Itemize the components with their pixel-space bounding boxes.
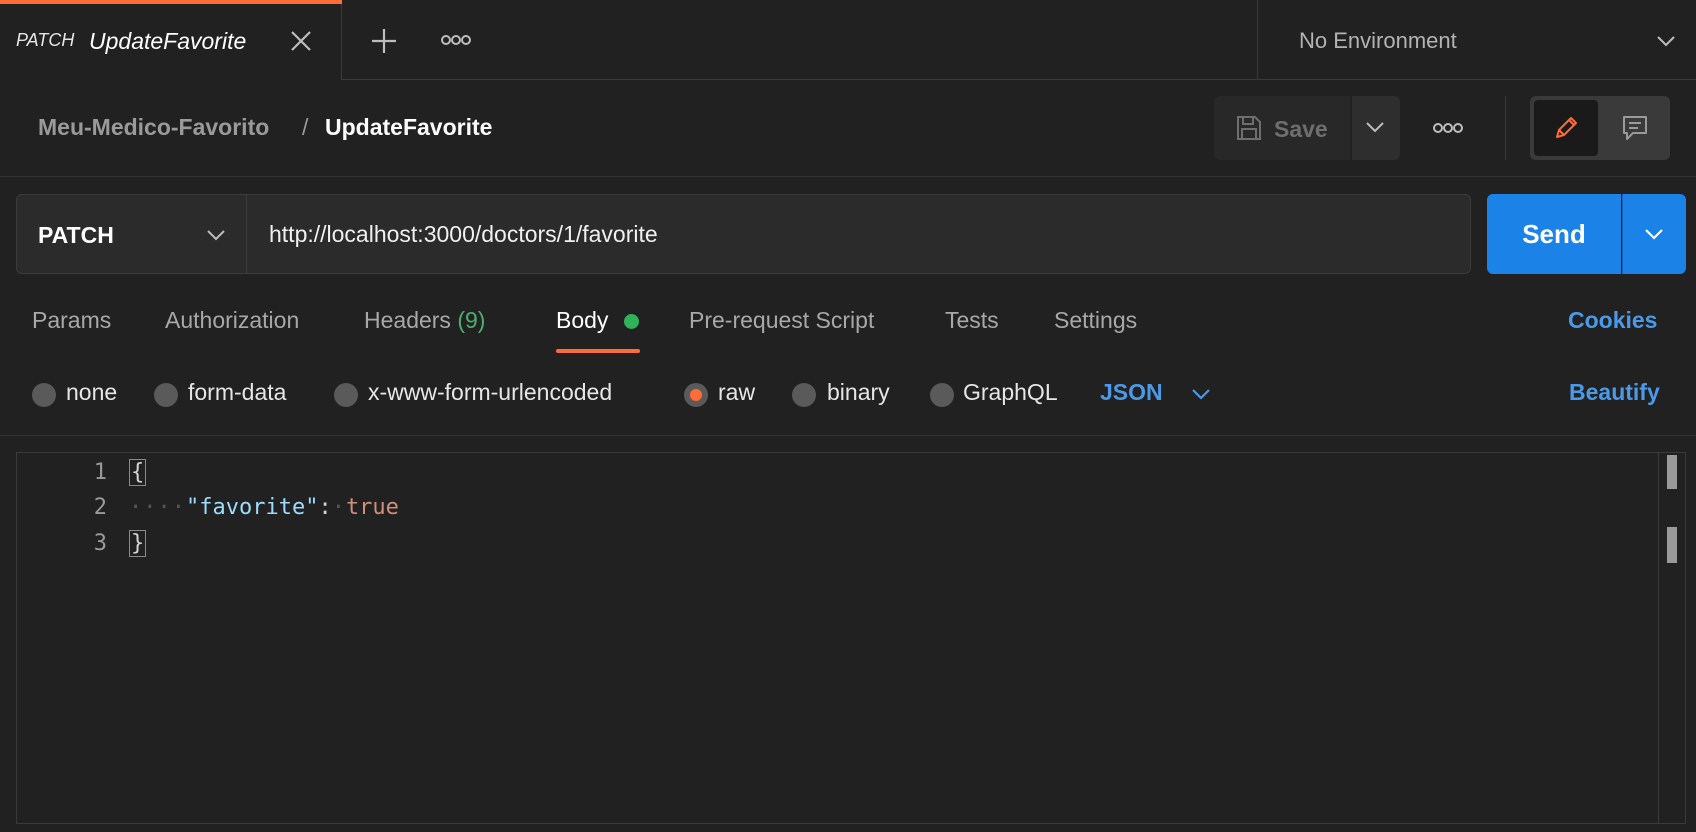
editor-scrollbar[interactable] <box>1658 453 1686 823</box>
plus-icon[interactable] <box>370 27 398 55</box>
line-number: 3 <box>93 531 107 556</box>
json-colon: : <box>318 495 332 520</box>
json-value: true <box>345 495 399 520</box>
radio-form-data-label[interactable]: form-data <box>188 379 286 406</box>
tab-tests[interactable]: Tests <box>945 307 999 334</box>
headers-count-badge: (9) <box>457 307 486 333</box>
tab-body[interactable]: Body <box>556 307 608 334</box>
indent-whitespace: ···· <box>129 495 186 520</box>
tab-bar: PATCH UpdateFavorite No Environment <box>0 0 1696 80</box>
body-status-dot <box>624 314 639 329</box>
chevron-down-icon <box>1366 122 1384 133</box>
pencil-icon <box>1556 117 1577 138</box>
scrollbar-marker <box>1667 455 1677 489</box>
url-value: http://localhost:3000/doctors/1/favorite <box>269 221 658 247</box>
radio-none-label[interactable]: none <box>66 379 117 406</box>
more-horizontal-icon[interactable] <box>440 28 472 52</box>
chevron-down-icon <box>1655 30 1677 52</box>
documentation-mode-button[interactable] <box>1604 100 1666 156</box>
save-button[interactable]: Save <box>1214 96 1350 160</box>
request-tab[interactable]: PATCH UpdateFavorite <box>0 0 342 80</box>
radio-urlencoded-label[interactable]: x-www-form-urlencoded <box>368 379 612 406</box>
close-brace: } <box>129 530 147 557</box>
request-header: Meu-Medico-Favorito / UpdateFavorite Sav… <box>0 80 1696 177</box>
radio-form-data[interactable] <box>154 383 178 407</box>
language-select[interactable]: JSON <box>1100 379 1163 406</box>
code-line: } <box>129 530 147 557</box>
code-editor[interactable]: 1 2 3 { ····"favorite":·true } <box>16 452 1686 824</box>
chevron-down-icon[interactable] <box>1190 383 1212 405</box>
line-number: 2 <box>93 495 107 520</box>
radio-urlencoded[interactable] <box>334 383 358 407</box>
scrollbar-thumb[interactable] <box>1667 527 1677 563</box>
cookies-link[interactable]: Cookies <box>1568 307 1657 334</box>
send-options-button[interactable] <box>1622 194 1686 274</box>
comment-icon <box>1623 116 1647 140</box>
save-icon <box>1235 114 1263 142</box>
json-key: "favorite" <box>185 495 319 520</box>
mode-toggle <box>1530 96 1670 160</box>
divider <box>0 435 1696 436</box>
active-tab-indicator <box>0 0 342 4</box>
environment-selector[interactable]: No Environment <box>1257 0 1696 80</box>
beautify-link[interactable]: Beautify <box>1569 379 1660 406</box>
tab-pre-request-script[interactable]: Pre-request Script <box>689 307 874 334</box>
radio-graphql[interactable] <box>930 383 954 407</box>
breadcrumb-request-name[interactable]: UpdateFavorite <box>325 114 492 141</box>
open-brace: { <box>129 459 147 486</box>
chevron-down-icon <box>205 224 227 246</box>
active-tab-underline <box>556 349 640 353</box>
radio-raw-label[interactable]: raw <box>718 379 755 406</box>
tab-settings[interactable]: Settings <box>1054 307 1137 334</box>
breadcrumb-collection[interactable]: Meu-Medico-Favorito <box>38 114 269 141</box>
tab-title: UpdateFavorite <box>89 28 247 54</box>
send-button[interactable]: Send <box>1487 194 1621 274</box>
line-number: 1 <box>93 460 107 485</box>
more-horizontal-icon[interactable] <box>1432 116 1464 140</box>
close-icon[interactable] <box>288 28 314 54</box>
method-label: PATCH <box>38 222 114 248</box>
tab-headers[interactable]: Headers (9) <box>364 307 485 334</box>
divider <box>1505 96 1506 160</box>
radio-raw[interactable] <box>684 383 708 407</box>
tab-authorization[interactable]: Authorization <box>165 307 299 334</box>
tab-params[interactable]: Params <box>32 307 111 334</box>
url-input[interactable]: http://localhost:3000/doctors/1/favorite <box>247 194 1471 274</box>
radio-binary-label[interactable]: binary <box>827 379 890 406</box>
code-line: { <box>129 459 147 486</box>
save-label: Save <box>1274 116 1328 142</box>
radio-none[interactable] <box>32 383 56 407</box>
chevron-down-icon <box>1645 229 1663 240</box>
tab-method-label: PATCH <box>16 30 75 50</box>
radio-binary[interactable] <box>792 383 816 407</box>
breadcrumb-separator: / <box>302 114 309 140</box>
save-options-button[interactable] <box>1352 96 1400 160</box>
tab-headers-label: Headers <box>364 307 451 333</box>
method-select[interactable]: PATCH <box>16 194 247 274</box>
send-label: Send <box>1522 219 1586 249</box>
radio-graphql-label[interactable]: GraphQL <box>963 379 1058 406</box>
code-line: ····"favorite":·true <box>129 495 399 520</box>
environment-label: No Environment <box>1299 28 1457 53</box>
space-whitespace: · <box>331 495 346 520</box>
edit-mode-button[interactable] <box>1534 100 1598 156</box>
